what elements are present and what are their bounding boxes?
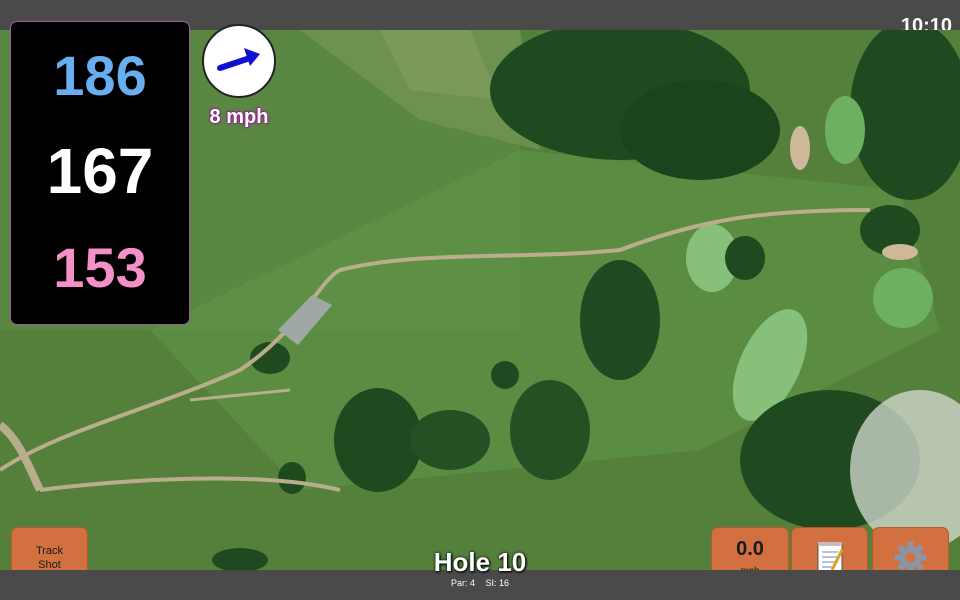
wind-indicator bbox=[202, 24, 276, 98]
wind-speed: 8 mph bbox=[209, 106, 269, 128]
front-distance: 153 bbox=[53, 236, 147, 299]
middle-distance: 167 bbox=[46, 135, 154, 207]
hole-par: Par: 4 bbox=[450, 578, 475, 588]
distance-panel: 186 167 153 bbox=[11, 22, 189, 324]
hole-title: Hole 10 bbox=[433, 547, 527, 577]
wind-arrow-icon bbox=[217, 48, 260, 71]
back-distance: 186 bbox=[53, 44, 147, 107]
hole-meta: Par: 4 SI: 16 bbox=[380, 578, 580, 588]
track-shot-label-line1: Track bbox=[35, 545, 64, 557]
hole-stroke-index: SI: 16 bbox=[485, 578, 510, 588]
speed-value: 0.0 bbox=[736, 538, 764, 560]
